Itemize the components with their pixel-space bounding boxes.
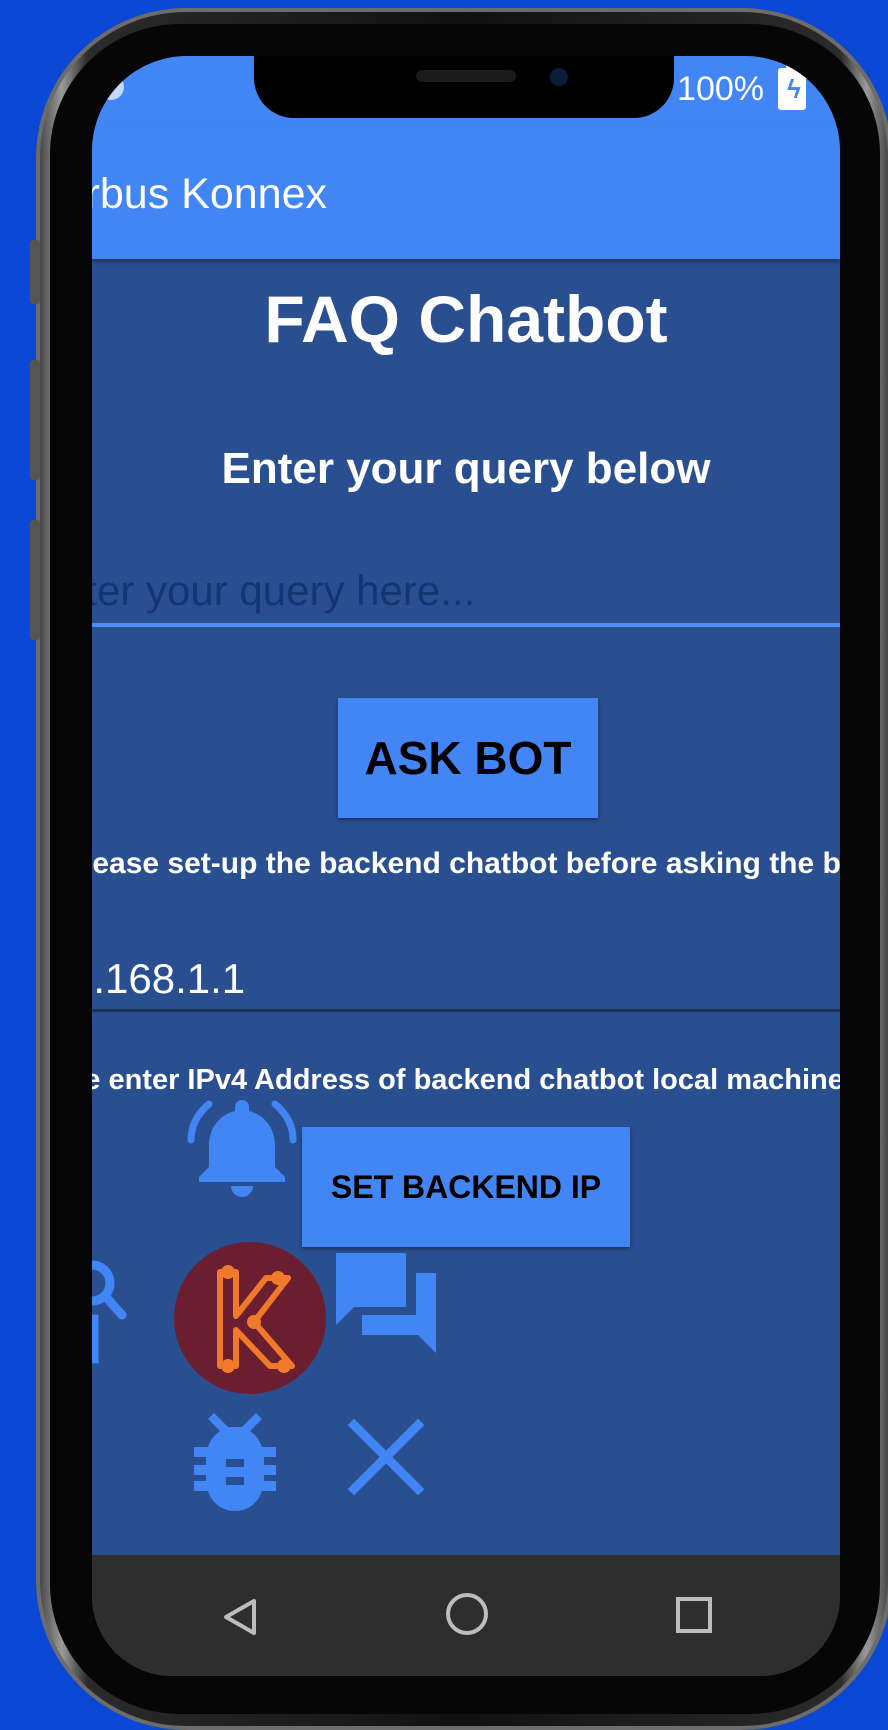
volume-down-button — [30, 520, 40, 640]
moon-icon — [98, 74, 124, 100]
navigation-bar — [92, 1555, 840, 1676]
ask-bot-button[interactable]: ASK BOT — [338, 698, 598, 818]
konnex-logo[interactable] — [174, 1242, 326, 1399]
notch — [254, 56, 674, 118]
battery-charging-icon: ϟ — [778, 63, 806, 110]
app-title: irbus Konnex — [92, 170, 327, 218]
recent-apps-icon[interactable] — [676, 1597, 712, 1633]
query-input[interactable] — [92, 559, 840, 627]
bell-icon[interactable] — [187, 1092, 297, 1207]
close-icon[interactable] — [347, 1418, 425, 1500]
chat-icon[interactable] — [332, 1249, 442, 1364]
volume-up-button — [30, 360, 40, 480]
battery-percentage: 100% — [677, 70, 764, 108]
page-subtitle: Enter your query below — [221, 444, 711, 493]
app-bar: irbus Konnex — [92, 126, 840, 259]
user-search-icon[interactable] — [92, 1259, 136, 1374]
bug-icon[interactable] — [188, 1409, 282, 1518]
speaker-grille — [416, 70, 516, 82]
setup-warning: Please set-up the backend chatbot before… — [92, 847, 840, 880]
mute-switch — [30, 240, 40, 304]
phone-screen: 100% ϟ irbus Konnex FAQ Chatbot Enter yo… — [92, 56, 840, 1676]
page-title: FAQ Chatbot — [264, 282, 668, 356]
set-backend-ip-button[interactable]: SET BACKEND IP — [302, 1127, 630, 1247]
backend-ip-input[interactable] — [92, 949, 840, 1012]
front-camera — [550, 68, 568, 86]
home-icon[interactable] — [446, 1593, 488, 1635]
main-content: FAQ Chatbot Enter your query below ASK B… — [92, 259, 840, 1555]
back-icon[interactable] — [222, 1597, 258, 1642]
